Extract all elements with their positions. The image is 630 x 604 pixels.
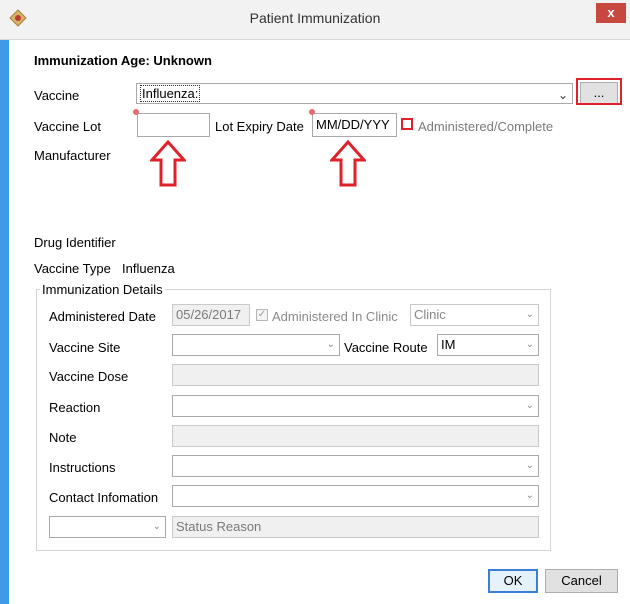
vaccine-select-value: Influenza: xyxy=(140,85,201,102)
vaccine-site-label: Vaccine Site xyxy=(49,340,121,355)
administered-date-input[interactable]: 05/26/2017 xyxy=(172,304,250,326)
instructions-select[interactable]: ⌄ xyxy=(172,455,539,477)
annotation-up-arrow-icon xyxy=(150,140,186,187)
status-select[interactable]: ⌄ xyxy=(49,516,166,538)
required-indicator-icon xyxy=(309,109,315,115)
chevron-down-icon: ⌄ xyxy=(525,309,534,320)
manufacturer-label: Manufacturer xyxy=(34,148,111,163)
vaccine-type-label: Vaccine Type xyxy=(34,261,111,276)
title-bar: Patient Immunization x xyxy=(0,0,630,40)
administered-complete-label: Administered/Complete xyxy=(418,119,554,134)
contact-information-select[interactable]: ⌄ xyxy=(172,485,539,507)
vaccine-route-label: Vaccine Route xyxy=(344,340,428,355)
lot-expiry-label: Lot Expiry Date xyxy=(215,119,304,134)
vaccine-lot-input[interactable] xyxy=(137,113,210,137)
ok-button[interactable]: OK xyxy=(488,569,538,593)
drug-identifier-label: Drug Identifier xyxy=(34,235,116,250)
immunization-details-legend: Immunization Details xyxy=(40,282,165,297)
lot-expiry-input[interactable]: MM/DD/YYY xyxy=(312,113,397,137)
window-title: Patient Immunization xyxy=(249,10,381,26)
administered-in-clinic-checkbox[interactable]: ✓ xyxy=(256,309,268,321)
close-button[interactable]: x xyxy=(596,3,626,23)
vaccine-lot-label: Vaccine Lot xyxy=(34,119,101,134)
clinic-select-value: Clinic xyxy=(414,307,446,322)
chevron-down-icon: ⌄ xyxy=(525,490,534,501)
annotation-highlight-box xyxy=(576,78,622,105)
vaccine-dose-input[interactable] xyxy=(172,364,539,386)
vaccine-label: Vaccine xyxy=(34,88,80,103)
vaccine-site-select[interactable]: ⌄ xyxy=(172,334,340,356)
chevron-down-icon: ⌄ xyxy=(152,521,161,532)
contact-information-label: Contact Infomation xyxy=(49,490,159,505)
chevron-down-icon: ⌄ xyxy=(557,88,568,102)
chevron-down-icon: ⌄ xyxy=(525,460,534,471)
cancel-button[interactable]: Cancel xyxy=(545,569,618,593)
vaccine-route-select[interactable]: IM ⌄ xyxy=(437,334,539,356)
administered-date-label: Administered Date xyxy=(49,309,156,324)
vaccine-type-value: Influenza xyxy=(122,261,175,276)
annotation-up-arrow-icon xyxy=(330,140,366,187)
required-indicator-icon xyxy=(133,109,139,115)
status-reason-input[interactable]: Status Reason xyxy=(172,516,539,538)
immunization-age-label: Immunization Age: Unknown xyxy=(34,53,212,68)
note-input[interactable] xyxy=(172,425,539,447)
reaction-label: Reaction xyxy=(49,400,101,415)
note-label: Note xyxy=(49,430,77,445)
chevron-down-icon: ⌄ xyxy=(326,339,335,350)
vaccine-route-value: IM xyxy=(441,337,456,352)
administered-in-clinic-label: Administered In Clinic xyxy=(272,309,398,324)
vaccine-select[interactable]: Influenza: ⌄ xyxy=(136,83,573,104)
immunization-details-group xyxy=(36,289,551,551)
instructions-label: Instructions xyxy=(49,460,116,475)
administered-complete-checkbox[interactable] xyxy=(401,118,413,130)
reaction-select[interactable]: ⌄ xyxy=(172,395,539,417)
window-left-edge xyxy=(0,0,9,604)
chevron-down-icon: ⌄ xyxy=(525,339,534,350)
vaccine-dose-label: Vaccine Dose xyxy=(49,369,129,384)
chevron-down-icon: ⌄ xyxy=(525,400,534,411)
clinic-select[interactable]: Clinic ⌄ xyxy=(410,304,539,326)
